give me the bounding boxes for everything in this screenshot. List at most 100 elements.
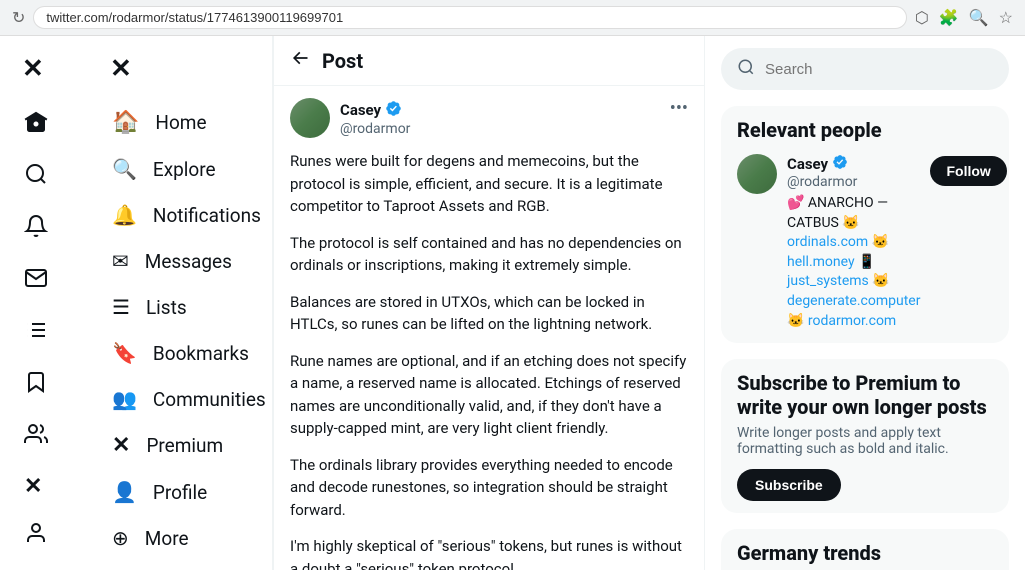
sidebar: ✕ [0, 36, 88, 570]
sidebar-item-explore[interactable] [12, 152, 76, 202]
bio-emoji4: 🐱 [787, 313, 808, 329]
bio-link-degen[interactable]: degenerate.computer [787, 293, 920, 309]
logo-wide[interactable]: ✕ [100, 44, 260, 94]
bio-link-just[interactable]: just_systems [787, 273, 869, 289]
person-handle: @rodarmor [787, 174, 920, 190]
refresh-icon[interactable]: ↻ [12, 8, 25, 27]
author-name: Casey [340, 100, 410, 121]
sidebar-item-communities-wide[interactable]: 👥 Communities [100, 377, 260, 421]
tweet-paragraph-5: The ordinals library provides everything… [290, 454, 688, 522]
url-bar[interactable] [33, 6, 906, 29]
sidebar-item-communities[interactable] [12, 412, 76, 462]
sidebar-home-label: Home [155, 111, 206, 134]
sidebar-item-bookmarks-wide[interactable]: 🔖 Bookmarks [100, 331, 260, 375]
premium-x-icon: ✕ [112, 433, 130, 458]
premium-widget: Subscribe to Premium to write your own l… [721, 359, 1009, 513]
sidebar-more-label: More [145, 527, 189, 550]
relevant-people-widget: Relevant people Casey @rodarmor 💕 ANARCH… [721, 106, 1009, 343]
sidebar-item-lists-wide[interactable]: ☰ Lists [100, 285, 260, 329]
trends-widget: Germany trends 1 · Holidays · Trending •… [721, 529, 1009, 570]
tweet-container: Casey @rodarmor ••• Runes were built for… [274, 86, 704, 570]
person-verified-badge [832, 154, 848, 174]
tweet-more-button[interactable]: ••• [670, 98, 688, 119]
post-page-title: Post [322, 49, 363, 73]
person-bio-text: 💕 ANARCHO — CATBUS 🐱 [787, 195, 888, 231]
messages-icon [24, 266, 48, 296]
back-button[interactable] [290, 48, 310, 73]
tweet-top: Casey @rodarmor ••• [290, 98, 688, 138]
author-info: Casey @rodarmor [340, 100, 410, 137]
sidebar-item-premium-wide[interactable]: ✕ Premium [100, 423, 260, 468]
home-icon [24, 110, 48, 140]
notifications-icon [24, 214, 48, 244]
tweet-paragraph-1: Runes were built for degens and memecoin… [290, 150, 688, 218]
tweet-paragraph-2: The protocol is self contained and has n… [290, 232, 688, 277]
sidebar-item-notifications[interactable] [12, 204, 76, 254]
person-name: Casey [787, 154, 920, 174]
sidebar-item-profile-wide[interactable]: 👤 Profile [100, 470, 260, 514]
sidebar-notifications-label: Notifications [153, 204, 261, 227]
sidebar-item-more-wide[interactable]: ⊕ More [100, 516, 260, 560]
author-avatar[interactable] [290, 98, 330, 138]
logo[interactable]: ✕ [12, 44, 76, 94]
bookmarks-icon [24, 370, 48, 400]
profile-person-icon: 👤 [112, 480, 137, 504]
bookmark-star-icon[interactable]: ☆ [999, 8, 1013, 27]
person-info: Casey @rodarmor 💕 ANARCHO — CATBUS 🐱 ord… [787, 154, 920, 331]
profile-icon [24, 521, 48, 551]
bio-link-rodarmor[interactable]: rodarmor.com [808, 313, 896, 329]
search-bar[interactable] [721, 48, 1009, 90]
search-input[interactable] [765, 61, 993, 78]
relevant-people-title: Relevant people [737, 118, 993, 142]
messages-env-icon: ✉ [112, 249, 129, 273]
communities-people-icon: 👥 [112, 387, 137, 411]
person-bio: 💕 ANARCHO — CATBUS 🐱 ordinals.com 🐱 hell… [787, 194, 920, 331]
bookmarks-ribbon-icon: 🔖 [112, 341, 137, 365]
tweet-paragraph-4: Rune names are optional, and if an etchi… [290, 350, 688, 440]
communities-icon [24, 422, 48, 452]
sidebar-item-premium[interactable]: ✕ [12, 464, 76, 509]
notification-bell-icon: 🔔 [112, 203, 137, 227]
right-sidebar: Relevant people Casey @rodarmor 💕 ANARCH… [705, 36, 1025, 570]
sidebar-communities-label: Communities [153, 388, 266, 411]
sidebar-item-messages[interactable] [12, 256, 76, 306]
explore-icon-wide: 🔍 [112, 157, 137, 181]
sidebar-item-more[interactable] [12, 563, 76, 570]
more-circle-icon: ⊕ [112, 526, 129, 550]
sidebar-item-home-wide[interactable]: 🏠 Home [100, 100, 260, 145]
follow-button[interactable]: Follow [930, 156, 1006, 186]
post-header: Post [274, 36, 704, 86]
sidebar-lists-label: Lists [146, 296, 187, 319]
extension-icon[interactable]: 🧩 [939, 8, 959, 27]
person-avatar[interactable] [737, 154, 777, 194]
explore-icon [24, 162, 48, 192]
bio-link-ordinals[interactable]: ordinals.com [787, 234, 868, 250]
lists-bars-icon: ☰ [112, 295, 130, 319]
bio-emoji2: 📱 [858, 254, 875, 270]
sidebar-item-explore-wide[interactable]: 🔍 Explore [100, 147, 260, 191]
sidebar-item-lists[interactable] [12, 308, 76, 358]
tweet-paragraph-6: I'm highly skeptical of "serious" tokens… [290, 535, 688, 570]
tweet-text: Runes were built for degens and memecoin… [290, 150, 688, 570]
sidebar-item-bookmarks[interactable] [12, 360, 76, 410]
author-handle: @rodarmor [340, 121, 410, 137]
tweet-author: Casey @rodarmor [290, 98, 410, 138]
screenshot-icon[interactable]: ⬡ [915, 8, 929, 27]
bio-link-hell[interactable]: hell.money [787, 254, 855, 270]
sidebar-labels: ✕ 🏠 Home 🔍 Explore 🔔 Notifications ✉ Mes… [88, 36, 273, 570]
verified-badge [385, 100, 402, 121]
zoom-icon[interactable]: 🔍 [969, 8, 989, 27]
sidebar-profile-label: Profile [153, 481, 207, 504]
subscribe-button[interactable]: Subscribe [737, 469, 841, 501]
sidebar-item-notifications-wide[interactable]: 🔔 Notifications [100, 193, 260, 237]
sidebar-item-home[interactable] [12, 100, 76, 150]
premium-title: Subscribe to Premium to write your own l… [737, 371, 993, 419]
home-icon-wide: 🏠 [112, 110, 139, 135]
sidebar-item-profile[interactable] [12, 511, 76, 561]
search-icon [737, 58, 755, 80]
premium-icon: ✕ [24, 474, 42, 499]
browser-bar: ↻ ⬡ 🧩 🔍 ☆ [0, 0, 1025, 36]
sidebar-item-messages-wide[interactable]: ✉ Messages [100, 239, 260, 283]
sidebar-explore-label: Explore [153, 158, 216, 181]
sidebar-premium-label: Premium [146, 434, 223, 457]
